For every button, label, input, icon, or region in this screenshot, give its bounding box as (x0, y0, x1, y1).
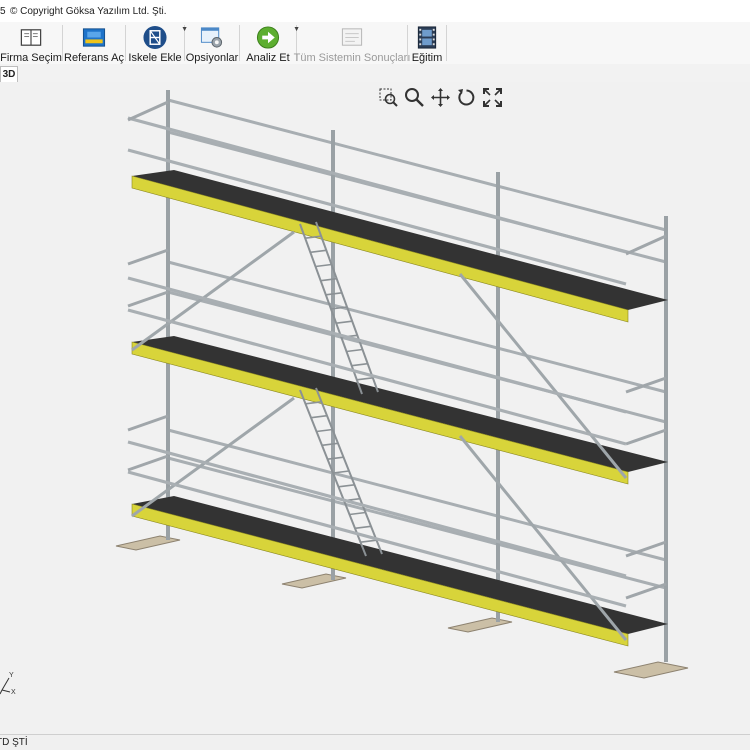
deck-middle (131, 336, 668, 485)
ladder-rung (305, 401, 322, 405)
firma-secim-label: Firma Seçim (0, 52, 62, 64)
status-text: TD ŞTİ (0, 737, 28, 748)
view-tools (378, 87, 503, 108)
ladder-rung (332, 470, 350, 474)
iskele-ekle-button[interactable]: Iskele Ekle ▼ (126, 22, 188, 64)
rotate-icon[interactable] (456, 87, 477, 108)
ladder-rung (351, 362, 368, 367)
ladder-rung (321, 442, 339, 447)
iskele-ekle-label: Iskele Ekle (128, 52, 182, 64)
options-icon (200, 27, 223, 48)
opsiyonlar-label: Opsiyonlar (185, 52, 239, 64)
3d-viewport[interactable]: Y X (0, 82, 750, 734)
axis-y-label: Y (9, 672, 14, 679)
opsiyonlar-button[interactable]: Opsiyonlar (185, 22, 239, 64)
copyright-text: © Copyright Göksa Yazılım Ltd. Şti. (10, 5, 167, 17)
ladder-rung (325, 292, 342, 296)
scaffold-model (115, 90, 689, 679)
ladder-rung (346, 348, 363, 353)
axis-x-label: X (11, 689, 16, 696)
reference-open-icon (82, 28, 106, 47)
version-fragment: 5 (0, 5, 6, 17)
analiz-et-button[interactable]: Analiz Et ▼ (240, 22, 300, 64)
tum-sistemin-sonuclari-label: Tüm Sistemin Sonuçları (293, 52, 411, 64)
tab-3d[interactable]: 3D (0, 66, 18, 82)
main-toolbar: Firma Seçim Referans Aç Iskele Ekle ▼ Op… (0, 22, 750, 65)
status-bar: TD ŞTİ (0, 734, 750, 750)
egitim-button[interactable]: Eğitim (408, 22, 446, 64)
results-icon (341, 28, 363, 46)
ladder-rung (349, 511, 366, 516)
film-icon (417, 26, 437, 49)
ladder-rung (356, 377, 373, 381)
analiz-et-label: Analiz Et (246, 52, 290, 64)
ladder-rung (360, 539, 377, 543)
ladder-rung (310, 414, 328, 419)
analyze-arrow-icon (256, 26, 280, 49)
ladder-rung (336, 320, 353, 324)
book-icon (20, 29, 42, 46)
toolbar-separator (446, 25, 447, 61)
pan-icon[interactable] (430, 87, 451, 108)
referans-ac-label: Referans Aç (64, 52, 124, 64)
egitim-label: Eğitim (411, 52, 443, 64)
ladder-rung (354, 525, 372, 530)
firma-secim-button[interactable]: Firma Seçim (0, 22, 62, 64)
referans-ac-button[interactable]: Referans Aç (63, 22, 125, 64)
view-tabstrip: 3D (0, 64, 750, 83)
ladder-rung (310, 249, 327, 254)
ladder-rung (338, 484, 355, 488)
zoom-icon[interactable] (404, 87, 425, 108)
axis-triad: Y X (0, 672, 16, 696)
title-bar: 5 © Copyright Göksa Yazılım Ltd. Şti. (0, 0, 750, 22)
ladder-rung (327, 456, 344, 460)
ladder-rung (316, 428, 333, 433)
zoom-window-icon[interactable] (378, 87, 399, 108)
scaffold-add-icon (143, 25, 167, 50)
fit-icon[interactable] (482, 87, 503, 108)
ladder-rung (315, 263, 332, 268)
tum-sistemin-sonuclari-button[interactable]: Tüm Sistemin Sonuçları (294, 22, 410, 64)
